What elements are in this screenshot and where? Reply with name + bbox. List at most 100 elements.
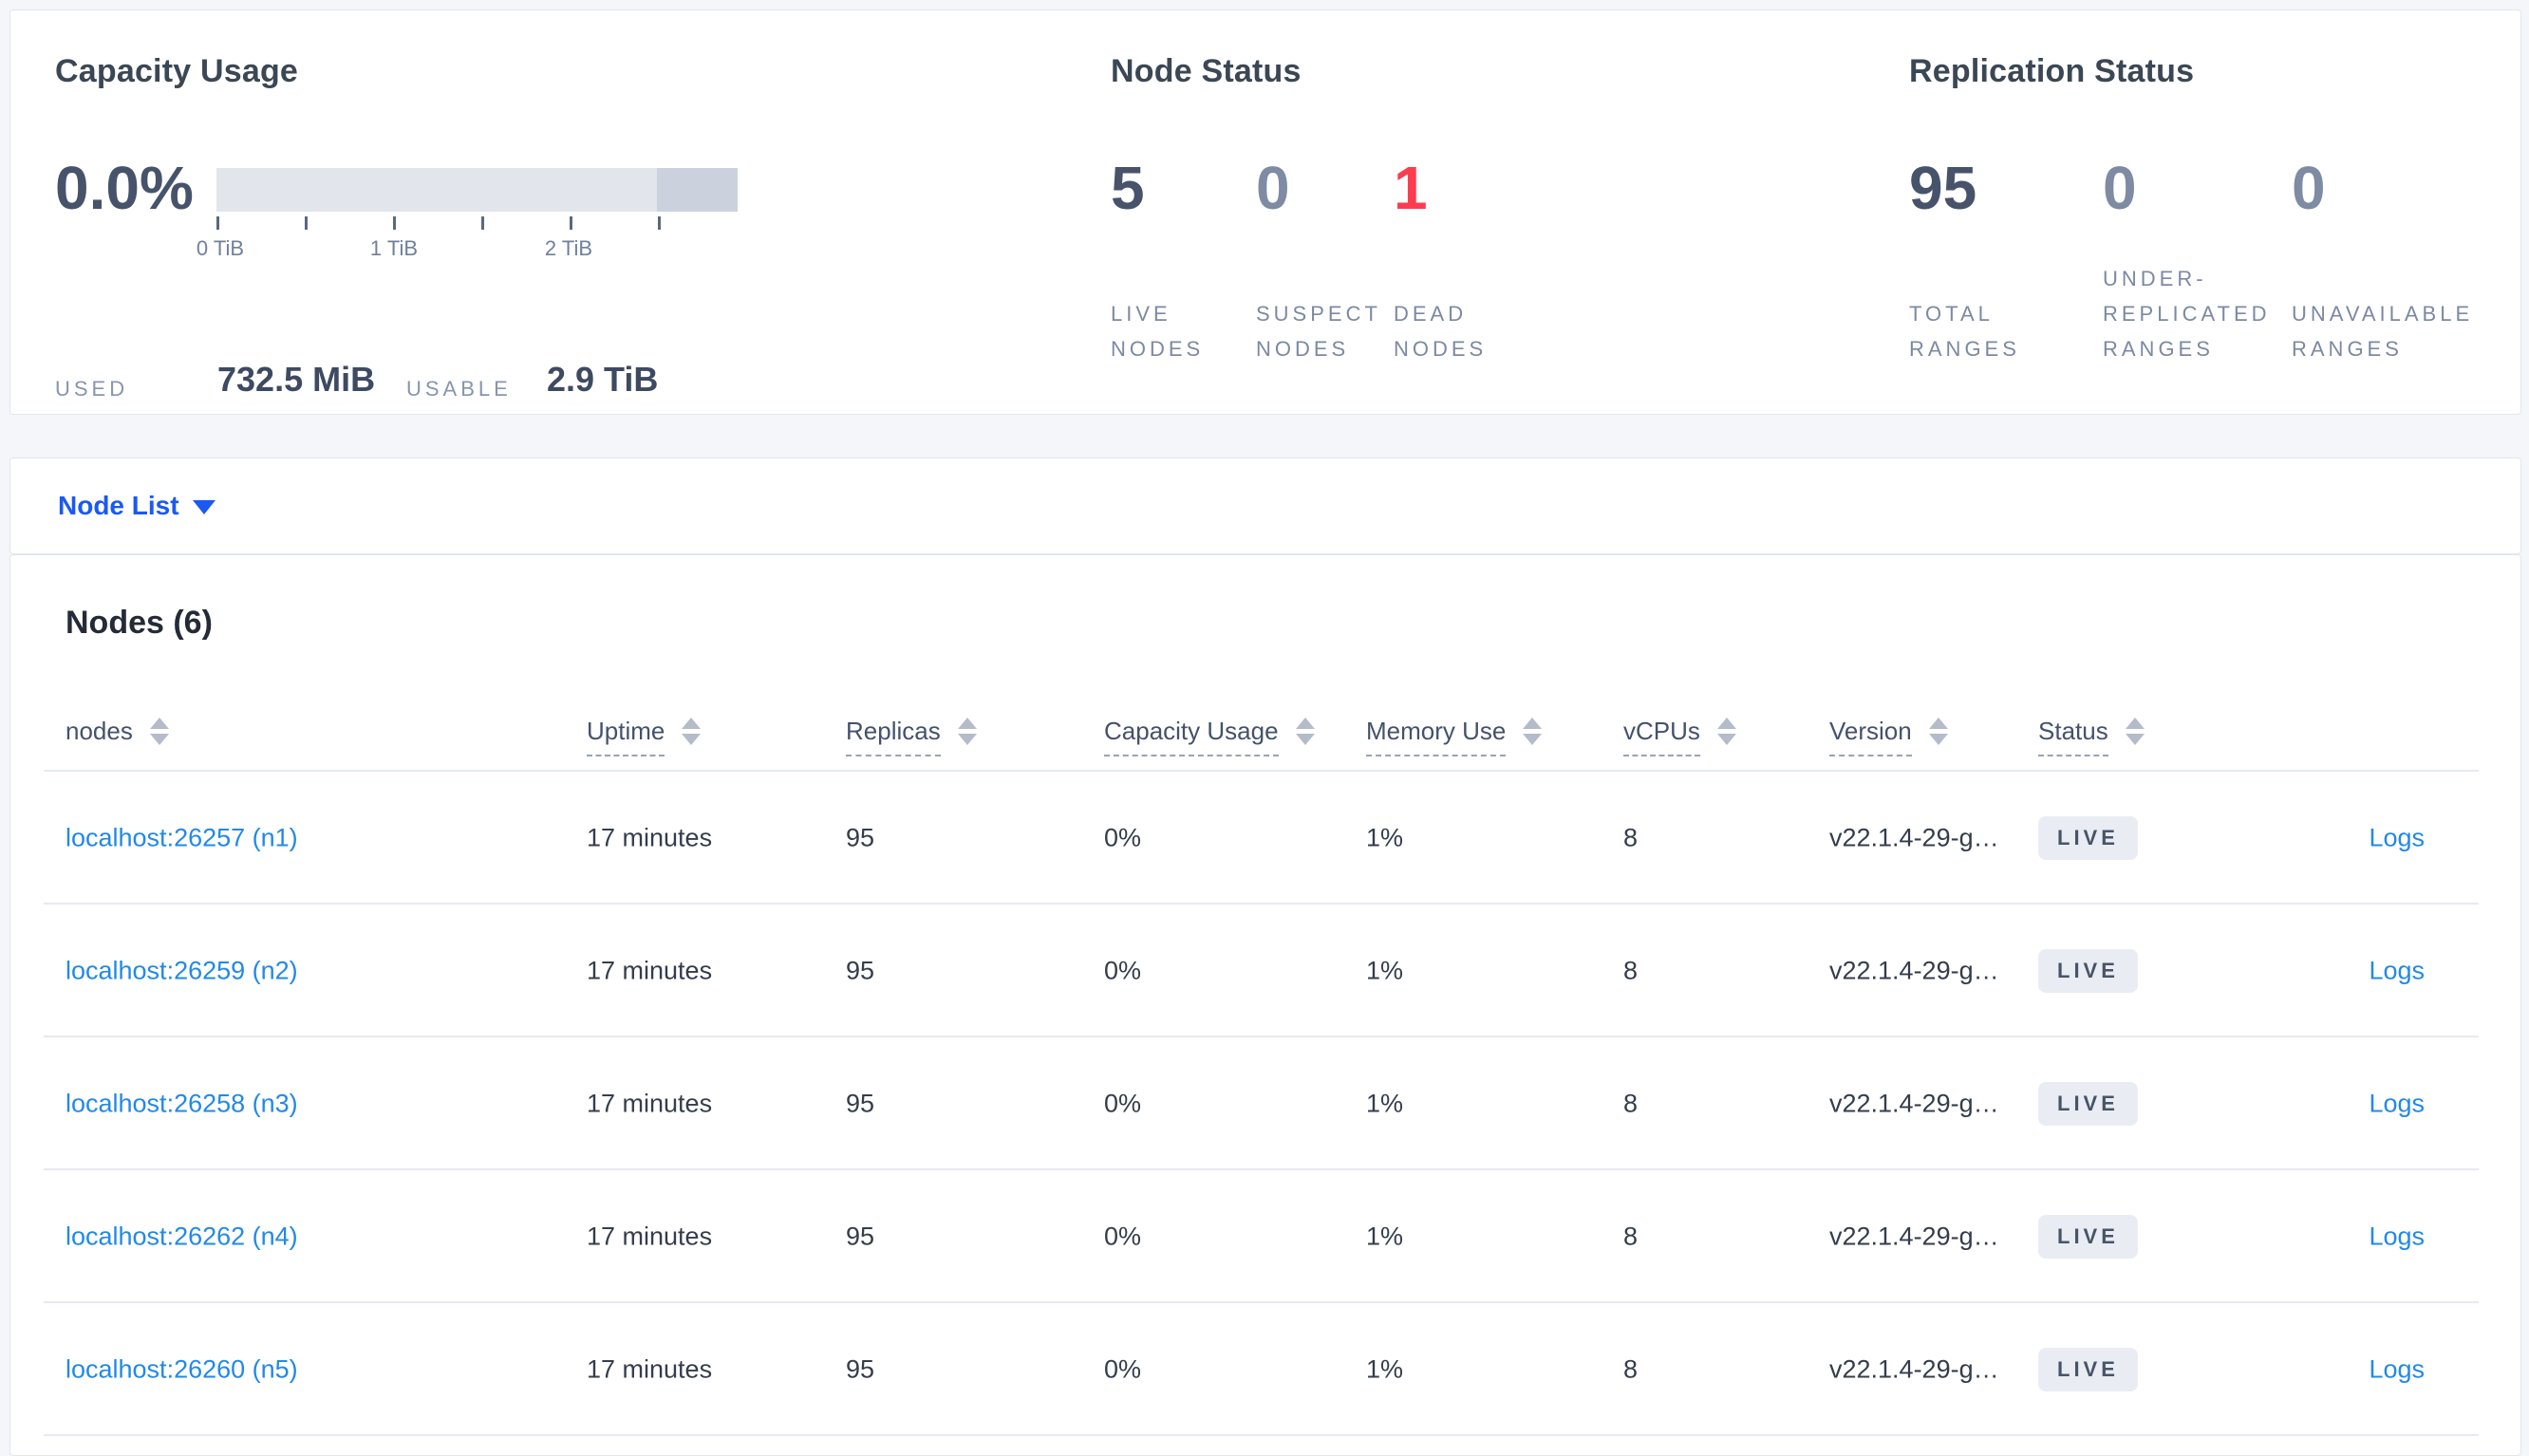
sort-icon[interactable] bbox=[1295, 718, 1315, 745]
version-cell: v22.1.4-29-g… bbox=[1829, 1089, 1999, 1118]
column-header-uptime[interactable]: Uptime bbox=[587, 717, 702, 756]
nodes-heading: Nodes (6) bbox=[66, 605, 213, 641]
memory-cell: 1% bbox=[1366, 1354, 1404, 1384]
gauge-tick bbox=[305, 216, 308, 230]
logs-link[interactable]: Logs bbox=[2369, 957, 2425, 986]
gauge-tick-label: 2 TiB bbox=[544, 236, 593, 260]
column-header-capacity-usage[interactable]: Capacity Usage bbox=[1104, 717, 1315, 756]
node-link[interactable]: localhost:26259 (n2) bbox=[66, 957, 298, 986]
version-cell: v22.1.4-29-g… bbox=[1829, 1222, 1999, 1251]
node-list-dropdown[interactable]: Node List bbox=[58, 491, 179, 521]
capacity-cell: 0% bbox=[1104, 1354, 1142, 1384]
vcpus-cell: 8 bbox=[1623, 823, 1639, 852]
capacity-cell: 0% bbox=[1104, 1222, 1142, 1251]
memory-cell: 1% bbox=[1366, 1089, 1404, 1118]
capacity-gauge-bar bbox=[216, 168, 738, 212]
sort-icon[interactable] bbox=[1716, 718, 1736, 745]
dead-nodes-count: 1 bbox=[1394, 154, 1428, 222]
vcpus-cell: 8 bbox=[1623, 956, 1639, 985]
uptime-cell: 17 minutes bbox=[587, 1354, 713, 1384]
node-link[interactable]: localhost:26262 (n4) bbox=[66, 1223, 298, 1252]
uptime-cell: 17 minutes bbox=[587, 823, 713, 852]
status-badge: LIVE bbox=[2038, 1082, 2138, 1126]
node-status-title: Node Status bbox=[1111, 53, 1302, 89]
version-cell: v22.1.4-29-g… bbox=[1829, 823, 1999, 852]
table-row: localhost:26259 (n2) 17 minutes 95 0% 1%… bbox=[10, 905, 2520, 1037]
node-link[interactable]: localhost:26258 (n3) bbox=[66, 1090, 298, 1119]
summary-card: Capacity Usage 0.0% 0 TiB 1 TiB 2 TiB US… bbox=[9, 9, 2521, 415]
vcpus-cell: 8 bbox=[1623, 1354, 1639, 1384]
replicas-cell: 95 bbox=[846, 1354, 875, 1384]
sort-icon[interactable] bbox=[2125, 718, 2145, 745]
table-row: localhost:26260 (n5) 17 minutes 95 0% 1%… bbox=[10, 1303, 2520, 1436]
gauge-tick bbox=[481, 216, 484, 230]
vcpus-cell: 8 bbox=[1623, 1222, 1639, 1251]
table-header-row: nodes Uptime Replicas Capacity Usage Mem… bbox=[10, 698, 2520, 772]
replication-status-title: Replication Status bbox=[1909, 53, 2195, 89]
memory-cell: 1% bbox=[1366, 1222, 1404, 1251]
nodes-card: Nodes (6) nodes Uptime Replicas Capacity… bbox=[9, 554, 2521, 1456]
usable-value: 2.9 TiB bbox=[547, 360, 659, 399]
node-link[interactable]: localhost:26257 (n1) bbox=[66, 824, 298, 853]
logs-link[interactable]: Logs bbox=[2369, 1223, 2425, 1252]
gauge-tick-label: 1 TiB bbox=[369, 236, 419, 260]
version-cell: v22.1.4-29-g… bbox=[1829, 1354, 1999, 1384]
uptime-cell: 17 minutes bbox=[587, 1222, 713, 1251]
gauge-tick bbox=[570, 216, 572, 230]
capacity-cell: 0% bbox=[1104, 956, 1142, 985]
gauge-tick-label: 0 TiB bbox=[196, 236, 245, 260]
capacity-cell: 0% bbox=[1104, 1089, 1142, 1118]
status-badge: LIVE bbox=[2038, 1348, 2138, 1391]
replicas-cell: 95 bbox=[846, 1222, 875, 1251]
capacity-gauge-reserved-segment bbox=[657, 168, 738, 212]
sort-icon[interactable] bbox=[1928, 718, 1948, 745]
cluster-overview-page: Capacity Usage 0.0% 0 TiB 1 TiB 2 TiB US… bbox=[0, 0, 2529, 1456]
memory-cell: 1% bbox=[1366, 823, 1404, 852]
table-body: localhost:26257 (n1) 17 minutes 95 0% 1%… bbox=[10, 772, 2520, 1436]
sort-icon[interactable] bbox=[1523, 718, 1543, 745]
vcpus-cell: 8 bbox=[1623, 1089, 1639, 1118]
status-badge: LIVE bbox=[2038, 816, 2138, 860]
table-row: localhost:26262 (n4) 17 minutes 95 0% 1%… bbox=[10, 1170, 2520, 1303]
capacity-usage-title: Capacity Usage bbox=[55, 53, 299, 89]
under-replicated-ranges-count: 0 bbox=[2103, 154, 2137, 222]
column-header-vcpus[interactable]: vCPUs bbox=[1623, 717, 1736, 756]
total-ranges-label: TOTAL RANGES bbox=[1909, 302, 2020, 361]
logs-link[interactable]: Logs bbox=[2369, 1355, 2425, 1385]
table-row: localhost:26257 (n1) 17 minutes 95 0% 1%… bbox=[10, 772, 2520, 905]
live-nodes-count: 5 bbox=[1111, 154, 1145, 222]
logs-link[interactable]: Logs bbox=[2369, 1090, 2425, 1119]
usable-label: USABLE bbox=[406, 377, 512, 401]
under-replicated-ranges-label: UNDER- REPLICATED RANGES bbox=[2103, 267, 2271, 361]
capacity-cell: 0% bbox=[1104, 823, 1142, 852]
suspect-nodes-label: SUSPECT NODES bbox=[1256, 302, 1381, 361]
sort-icon[interactable] bbox=[957, 718, 977, 745]
column-header-nodes[interactable]: nodes bbox=[66, 717, 169, 746]
chevron-down-icon[interactable] bbox=[193, 500, 215, 514]
replicas-cell: 95 bbox=[846, 823, 875, 852]
gauge-tick bbox=[658, 216, 661, 230]
capacity-percent: 0.0% bbox=[55, 154, 194, 222]
gauge-tick bbox=[393, 216, 396, 230]
node-link[interactable]: localhost:26260 (n5) bbox=[66, 1355, 298, 1385]
live-nodes-label: LIVE NODES bbox=[1111, 302, 1205, 361]
total-ranges-count: 95 bbox=[1909, 154, 1977, 222]
view-selector-bar: Node List bbox=[9, 457, 2521, 554]
column-header-version[interactable]: Version bbox=[1829, 717, 1948, 756]
unavailable-ranges-label: UNAVAILABLE RANGES bbox=[2292, 302, 2474, 361]
divider bbox=[44, 1434, 2479, 1436]
replicas-cell: 95 bbox=[846, 956, 875, 985]
dead-nodes-label: DEAD NODES bbox=[1394, 302, 1488, 361]
column-header-memory-use[interactable]: Memory Use bbox=[1366, 717, 1543, 756]
used-value: 732.5 MiB bbox=[217, 360, 376, 399]
uptime-cell: 17 minutes bbox=[587, 956, 713, 985]
sort-icon[interactable] bbox=[682, 718, 702, 745]
memory-cell: 1% bbox=[1366, 956, 1404, 985]
column-header-replicas[interactable]: Replicas bbox=[846, 717, 977, 756]
logs-link[interactable]: Logs bbox=[2369, 824, 2425, 853]
sort-icon[interactable] bbox=[149, 718, 169, 745]
suspect-nodes-count: 0 bbox=[1256, 154, 1290, 222]
version-cell: v22.1.4-29-g… bbox=[1829, 956, 1999, 985]
replicas-cell: 95 bbox=[846, 1089, 875, 1118]
column-header-status[interactable]: Status bbox=[2038, 717, 2145, 756]
